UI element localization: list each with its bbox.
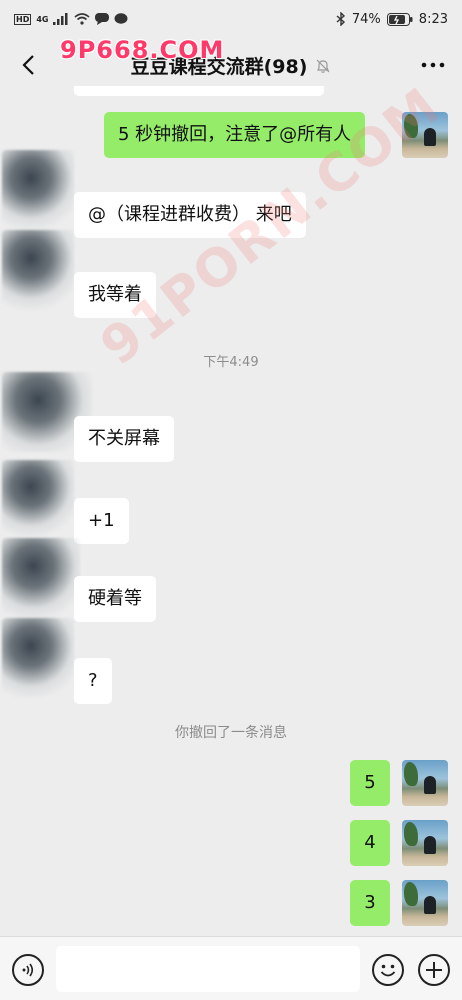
member-avatar[interactable] (2, 460, 74, 536)
plus-icon (426, 962, 442, 978)
member-avatar[interactable] (2, 618, 74, 698)
timestamp: 下午4:49 (203, 355, 259, 370)
status-bar: HD 4G 74% 8:23 (0, 0, 462, 38)
status-left: HD 4G (14, 13, 128, 25)
more-dots-icon (421, 62, 445, 68)
message-bubble[interactable]: 3 (350, 880, 390, 926)
hd-badge: HD (14, 13, 32, 25)
clock: 8:23 (418, 11, 448, 27)
notification-icon (95, 13, 110, 25)
watermark-logo: 9P668.COM (60, 36, 225, 64)
member-avatar[interactable] (2, 150, 74, 230)
voice-icon (22, 963, 34, 977)
previous-bubble-edge (74, 86, 324, 96)
message-bubble[interactable]: 硬着等 (74, 576, 156, 622)
emoji-button[interactable] (372, 954, 404, 986)
message-input[interactable] (56, 946, 360, 992)
message-bubble[interactable]: ? (74, 658, 112, 704)
message-bubble[interactable]: 不关屏幕 (74, 416, 174, 462)
message-bubble[interactable]: 4 (350, 820, 390, 866)
member-avatar[interactable] (2, 230, 74, 310)
message-bubble[interactable]: +1 (74, 498, 129, 544)
input-bar (0, 936, 462, 1000)
emoji-icon (380, 964, 396, 977)
recall-notice: 你撤回了一条消息 (175, 725, 287, 741)
member-avatar[interactable] (2, 538, 80, 618)
more-button[interactable] (420, 54, 446, 76)
plus-button[interactable] (418, 954, 450, 986)
network-label: 4G (36, 14, 49, 24)
signal-icon (53, 13, 68, 25)
bluetooth-icon (336, 12, 345, 26)
status-right: 74% 8:23 (336, 12, 448, 27)
my-avatar[interactable] (402, 760, 448, 806)
message-icon (114, 13, 128, 24)
battery-icon (386, 12, 413, 26)
my-avatar[interactable] (402, 820, 448, 866)
bell-off-icon (316, 59, 330, 73)
my-avatar[interactable] (402, 880, 448, 926)
wifi-icon (74, 13, 91, 25)
battery-percent: 74% (351, 11, 381, 27)
voice-button[interactable] (12, 954, 44, 986)
message-bubble[interactable]: 5 (350, 760, 390, 806)
